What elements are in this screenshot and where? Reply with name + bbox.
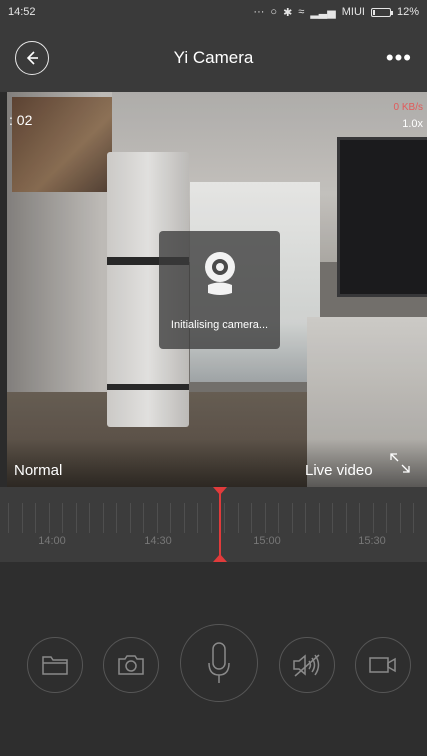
mute-button[interactable] [279,637,335,693]
loading-text: Initialising camera... [170,319,269,331]
timeline-tick [170,503,171,533]
timeline-tick [62,503,63,533]
bluetooth-icon: ✱ [283,6,293,19]
more-dots-icon: ••• [385,45,412,70]
speaker-muted-icon [293,654,320,677]
playhead-bottom-marker [213,554,227,562]
timeline-tick [116,503,117,533]
timeline-tick [359,503,360,533]
timeline-tick [305,503,306,533]
battery-icon [370,7,393,17]
timeline-tick [332,503,333,533]
battery-percent: 12% [396,6,419,18]
timeline-time-label: 15:30 [358,535,386,547]
back-button[interactable] [15,41,49,75]
video-record-icon [369,657,396,673]
camera-device-icon [200,249,240,301]
timeline-time-label: 14:00 [38,535,66,547]
back-arrow-icon [26,51,38,65]
control-panel [0,562,427,756]
status-icons: ··· ○ ✱ ≈ ▂▃▅ MIUI 12% [253,6,419,19]
timeline-playhead[interactable] [219,487,221,562]
timeline-tick [89,503,90,533]
timeline-tick [21,503,23,533]
playhead-top-marker [213,487,227,495]
fullscreen-button[interactable] [385,448,415,478]
timeline-tick [48,503,50,533]
timeline-tick [8,503,9,533]
timeline-tick [75,503,77,533]
timeline-tick [345,503,347,533]
live-video-label[interactable]: Live video [305,462,373,479]
timeline-tick [129,503,131,533]
camera-icon [118,655,144,675]
timeline-tick [386,503,387,533]
timeline-tick [291,503,293,533]
timeline-tick [318,503,320,533]
snapshot-button[interactable] [103,637,159,693]
timeline-tick [264,503,266,533]
zoom-label: 1.0x [402,118,423,130]
more-menu-button[interactable]: ••• [386,47,412,69]
timeline-tick [372,503,374,533]
signal-icon: ▂▃▅ [310,6,336,19]
timeline-tick [210,503,212,533]
microphone-button[interactable] [180,624,258,702]
timeline-tick [399,503,401,533]
record-button[interactable] [355,637,411,693]
carrier-label: MIUI [341,6,365,18]
timeline-tick [197,503,198,533]
wifi-icon: ≈ [298,6,305,18]
folder-button[interactable] [27,637,83,693]
timeline[interactable]: 14:00 14:30 15:00 15:30 [0,487,427,562]
timeline-tick [251,503,252,533]
battery-fill [372,9,375,15]
timeline-time-label: 15:00 [253,535,281,547]
app-bar: Yi Camera ••• [0,24,427,92]
alarm-icon: ○ [270,6,278,18]
timeline-tick [237,503,239,533]
bitrate-label: 0 KB/s [393,102,423,113]
timeline-tick [156,503,158,533]
video-time-readout: : 02 [9,112,33,128]
loading-overlay: Initialising camera... [159,231,280,349]
timeline-tick [278,503,279,533]
timeline-tick [143,503,144,533]
timeline-tick [102,503,104,533]
status-time: 14:52 [8,6,36,18]
timeline-tick [35,503,36,533]
mode-label[interactable]: Normal [14,462,62,479]
video-view[interactable]: : 02 0 KB/s 1.0x Initialising camera... … [7,92,427,487]
status-bar: 14:52 ··· ○ ✱ ≈ ▂▃▅ MIUI 12% [0,0,427,24]
timeline-tick [224,503,225,533]
microphone-icon [208,642,230,683]
timeline-tick [413,503,414,533]
timeline-tick [183,503,185,533]
timeline-time-label: 14:30 [144,535,172,547]
fullscreen-expand-icon [390,453,410,473]
folder-icon [42,656,68,675]
notification-dots-icon: ··· [253,6,265,18]
app-title: Yi Camera [173,48,254,67]
